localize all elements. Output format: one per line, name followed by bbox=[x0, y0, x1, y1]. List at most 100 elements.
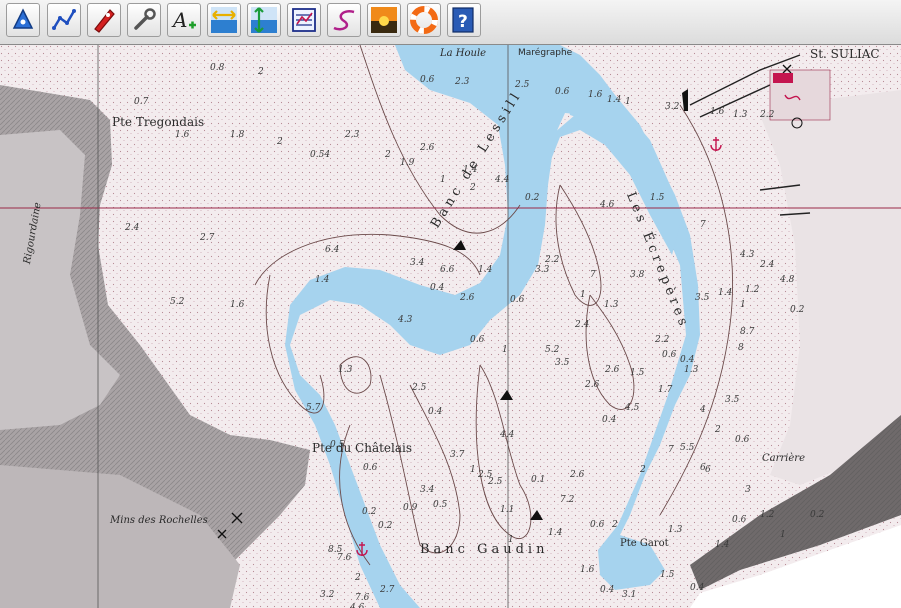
sounding: 2.7 bbox=[200, 233, 215, 243]
sounding: 4.6 bbox=[600, 200, 615, 210]
sounding: 0.4 bbox=[690, 583, 705, 593]
tide-station-icon bbox=[773, 73, 793, 83]
sounding: 2 bbox=[715, 425, 721, 435]
sounding: 1.6 bbox=[588, 90, 603, 100]
sounding: 4 bbox=[700, 405, 706, 415]
zoom-horizontal-tool[interactable] bbox=[207, 3, 241, 37]
sounding: 5.5 bbox=[680, 443, 695, 453]
sounding: 2.2 bbox=[545, 255, 560, 265]
svg-text:?: ? bbox=[458, 12, 468, 32]
sounding: 4.6 bbox=[350, 603, 365, 608]
label-maregraphe: Marégraphe bbox=[518, 48, 573, 58]
nautical-chart[interactable]: St. SULIAC Marégraphe La Houle Pte Trego… bbox=[0, 45, 901, 608]
sounding: 1.5 bbox=[630, 368, 645, 378]
sounding: 2 bbox=[277, 137, 283, 147]
sounding: 0.4 bbox=[680, 355, 695, 365]
sounding: 7.2 bbox=[560, 495, 575, 505]
sounding: 2.4 bbox=[125, 223, 140, 233]
help-tool[interactable]: ? bbox=[447, 3, 481, 37]
sounding: 4.8 bbox=[780, 275, 795, 285]
wrench-icon bbox=[134, 8, 156, 30]
sounding: 1.3 bbox=[733, 110, 748, 120]
sounding: 5.2 bbox=[170, 297, 185, 307]
sounding: 2.4 bbox=[575, 320, 590, 330]
sounding: 0.2 bbox=[525, 193, 540, 203]
sounding: 1.6 bbox=[580, 565, 595, 575]
sounding: 2.5 bbox=[515, 80, 530, 90]
sounding: 1.4 bbox=[607, 95, 622, 105]
sounding: 1.4 bbox=[718, 288, 733, 298]
sounding: 1.6 bbox=[230, 300, 245, 310]
track-tool[interactable] bbox=[327, 3, 361, 37]
measure-tool[interactable] bbox=[127, 3, 161, 37]
sounding: 3.8 bbox=[630, 270, 645, 280]
label-pte-garot: Pte Garot bbox=[620, 538, 669, 549]
sounding: 3.7 bbox=[450, 450, 465, 460]
sounding: 2.6 bbox=[420, 143, 435, 153]
sounding: 7 bbox=[668, 445, 674, 455]
label-la-houle: La Houle bbox=[440, 48, 487, 59]
sounding: 1.3 bbox=[668, 525, 683, 535]
label-pte-tregondais: Pte Tregondais bbox=[112, 115, 205, 129]
sounding: 3.4 bbox=[410, 258, 425, 268]
sounding: 3.1 bbox=[622, 590, 637, 600]
sounding: 1 bbox=[580, 290, 586, 300]
man-overboard-tool[interactable] bbox=[407, 3, 441, 37]
sounding: 4.4 bbox=[495, 175, 510, 185]
sounding: 0.6 bbox=[662, 350, 677, 360]
text-annotation-tool[interactable]: A bbox=[167, 3, 201, 37]
sounding: 2.5 bbox=[488, 477, 503, 487]
sounding: 2.6 bbox=[460, 293, 475, 303]
sounding: 3.3 bbox=[535, 265, 550, 275]
sounding: 6.4 bbox=[325, 245, 340, 255]
sounding: 0.5 bbox=[433, 500, 448, 510]
sounding: 3.5 bbox=[695, 293, 710, 303]
sounding: 0.4 bbox=[600, 585, 615, 595]
label-carriere: Carrière bbox=[762, 453, 805, 464]
sounding: 8.7 bbox=[740, 327, 755, 337]
day-night-tool[interactable] bbox=[367, 3, 401, 37]
route-tool[interactable] bbox=[47, 3, 81, 37]
sounding: 1.6 bbox=[710, 107, 725, 117]
sounding: 0.2 bbox=[790, 305, 805, 315]
sounding: 4.5 bbox=[625, 403, 640, 413]
sounding: 2.7 bbox=[380, 585, 395, 595]
sounding: 0.8 bbox=[210, 63, 225, 73]
sounding: 1.4 bbox=[548, 528, 563, 538]
sounding: 0.2 bbox=[362, 507, 377, 517]
svg-text:A: A bbox=[171, 8, 187, 32]
chart-list-icon bbox=[292, 8, 316, 32]
waypoint-tool[interactable] bbox=[6, 3, 40, 37]
help-icon: ? bbox=[452, 7, 474, 33]
sounding: 1.6 bbox=[175, 130, 190, 140]
sounding: 1.7 bbox=[658, 385, 673, 395]
sounding: 1.2 bbox=[760, 510, 775, 520]
sounding: 7.6 bbox=[337, 553, 352, 563]
chart-list-tool[interactable] bbox=[287, 3, 321, 37]
sounding: 5.7 bbox=[306, 403, 321, 413]
sounding: 4.3 bbox=[398, 315, 413, 325]
sounding: 0.9 bbox=[403, 503, 418, 513]
sounding: 0.4 bbox=[602, 415, 617, 425]
sounding: 2.6 bbox=[570, 470, 585, 480]
zoom-vertical-tool[interactable] bbox=[247, 3, 281, 37]
sunset-icon bbox=[371, 7, 397, 33]
waypoint-icon bbox=[12, 8, 34, 29]
sounding: 2.2 bbox=[760, 110, 775, 120]
sounding: 1.5 bbox=[660, 570, 675, 580]
sounding: 1 bbox=[625, 97, 631, 107]
route-icon bbox=[52, 9, 76, 30]
sounding: 2 bbox=[258, 67, 264, 77]
sounding: 0.2 bbox=[378, 521, 393, 531]
sounding: 1.1 bbox=[500, 505, 515, 515]
text-add-icon: A bbox=[171, 8, 196, 32]
sounding: 3.4 bbox=[420, 485, 435, 495]
sounding: 0.6 bbox=[555, 87, 570, 97]
sounding: 1.8 bbox=[230, 130, 245, 140]
sounding: 0.4 bbox=[430, 283, 445, 293]
sounding: 0.7 bbox=[134, 97, 149, 107]
sounding: 3 bbox=[745, 485, 751, 495]
boat-tool[interactable] bbox=[87, 3, 121, 37]
sounding: 7.6 bbox=[355, 593, 370, 603]
sounding: 7 bbox=[700, 220, 706, 230]
